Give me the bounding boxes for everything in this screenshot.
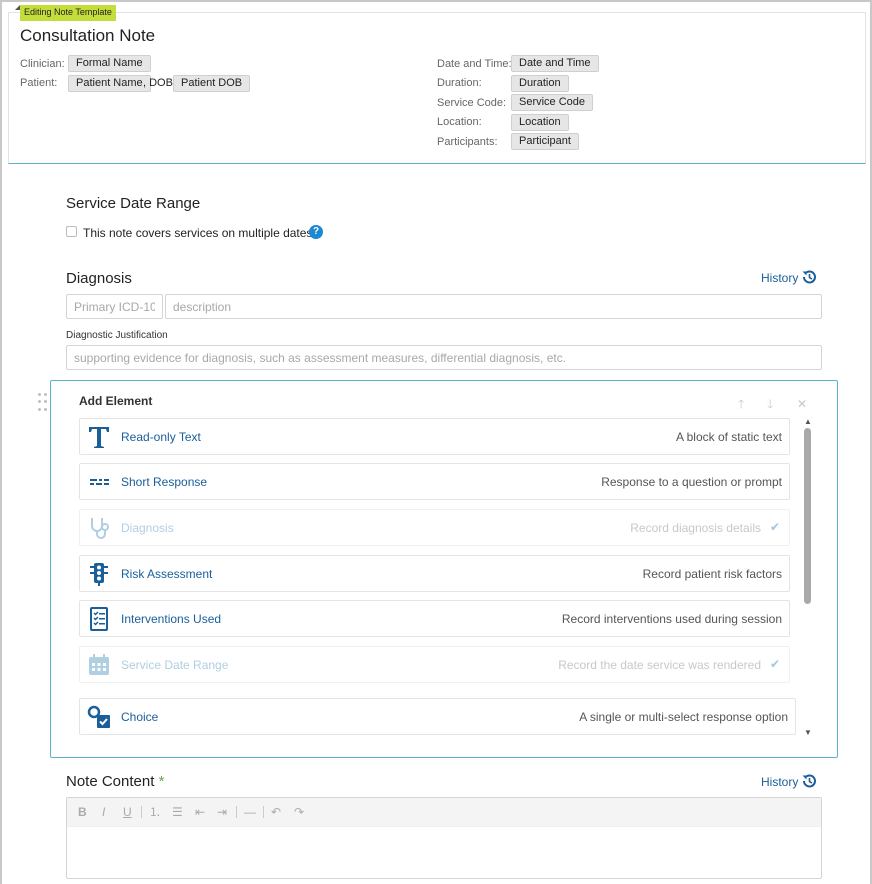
stethoscope-icon xyxy=(91,518,109,539)
added-check-icon: ✔ xyxy=(769,520,780,534)
element-option-risk-assessment[interactable]: Risk Assessment Record patient risk fact… xyxy=(79,555,790,592)
service-code-chip[interactable]: Service Code xyxy=(511,94,594,111)
required-indicator: * xyxy=(158,773,165,790)
note-content-editor[interactable]: B I U ⒈ ☰ ⇤ ⇥ — ↶ ↷ xyxy=(66,797,822,879)
element-name: Short Response xyxy=(121,475,208,489)
element-name: Risk Assessment xyxy=(121,567,213,581)
location-chip[interactable]: Location xyxy=(511,114,569,131)
patient-label: Patient: xyxy=(20,77,58,89)
editor-toolbar: B I U ⒈ ☰ ⇤ ⇥ — ↶ ↷ xyxy=(67,798,821,827)
element-option-service-date-range: Service Date Range Record the date servi… xyxy=(79,646,790,683)
drag-handle[interactable] xyxy=(38,393,48,413)
multiple-dates-label[interactable]: This note covers services on multiple da… xyxy=(83,226,316,240)
note-content-title: Note Content * xyxy=(66,773,164,790)
history-icon[interactable] xyxy=(801,269,817,285)
text-t-icon xyxy=(89,427,109,448)
outdent-button[interactable]: ⇤ xyxy=(195,806,205,818)
ordered-list-button[interactable]: ⒈ xyxy=(149,806,161,818)
element-description: Record diagnosis details xyxy=(630,521,761,535)
add-element-title: Add Element xyxy=(79,394,153,408)
page-title: Consultation Note xyxy=(20,26,156,45)
element-option-interventions-used[interactable]: Interventions Used Record interventions … xyxy=(79,600,790,637)
help-icon[interactable]: ? xyxy=(309,225,323,239)
horizontal-rule-button[interactable]: — xyxy=(244,806,256,818)
bullet-list-button[interactable]: ☰ xyxy=(172,806,183,818)
bold-button[interactable]: B xyxy=(78,806,87,818)
toolbar-divider xyxy=(263,806,264,818)
duration-chip[interactable]: Duration xyxy=(511,75,569,92)
scrollbar-thumb[interactable] xyxy=(804,428,811,604)
checklist-icon xyxy=(90,607,108,631)
diagnosis-description-input[interactable] xyxy=(165,294,822,319)
added-check-icon: ✔ xyxy=(769,657,780,671)
justification-input[interactable] xyxy=(66,345,822,370)
dob-text: , DOB xyxy=(143,77,173,89)
element-option-read-only-text[interactable]: Read-only Text A block of static text xyxy=(79,418,790,455)
note-content-history-link[interactable]: History xyxy=(761,775,798,789)
patient-name-chip[interactable]: Patient Name xyxy=(68,75,151,92)
element-description: A single or multi-select response option xyxy=(579,710,788,724)
clinician-label: Clinician: xyxy=(20,58,65,70)
participant-chip[interactable]: Participant xyxy=(511,133,579,150)
element-description: Record patient risk factors xyxy=(642,567,782,581)
scroll-down-arrow-icon[interactable]: ▼ xyxy=(804,728,812,737)
calendar-icon xyxy=(89,654,109,675)
service-code-label: Service Code: xyxy=(437,97,507,109)
element-name: Service Date Range xyxy=(121,658,229,672)
location-label: Location: xyxy=(437,116,482,128)
element-description: Response to a question or prompt xyxy=(601,475,782,489)
undo-button[interactable]: ↶ xyxy=(271,806,281,818)
participants-label: Participants: xyxy=(437,136,498,148)
element-option-diagnosis: Diagnosis Record diagnosis details ✔ xyxy=(79,509,790,546)
element-description: Record interventions used during session xyxy=(561,612,782,626)
choice-checkbox-icon xyxy=(87,705,110,728)
scroll-up-arrow-icon[interactable]: ▲ xyxy=(804,417,812,426)
element-description: A block of static text xyxy=(675,430,782,444)
duration-label: Duration: xyxy=(437,77,482,89)
diagnosis-title: Diagnosis xyxy=(66,270,132,287)
move-down-icon[interactable]: 🡓 xyxy=(767,398,773,410)
editing-template-badge: Editing Note Template xyxy=(20,5,116,21)
italic-button[interactable]: I xyxy=(102,806,105,818)
icd10-input[interactable] xyxy=(66,294,163,319)
element-name: Interventions Used xyxy=(121,612,222,626)
justification-label: Diagnostic Justification xyxy=(66,330,168,341)
short-response-icon xyxy=(90,479,109,485)
toolbar-divider xyxy=(236,806,237,818)
date-time-chip[interactable]: Date and Time xyxy=(511,55,599,72)
note-content-title-text: Note Content xyxy=(66,773,155,790)
indent-button[interactable]: ⇥ xyxy=(217,806,227,818)
redo-button[interactable]: ↷ xyxy=(294,806,304,818)
traffic-light-icon xyxy=(90,563,108,586)
close-icon[interactable]: ✕ xyxy=(797,398,807,410)
element-name: Diagnosis xyxy=(121,521,174,535)
clinician-chip[interactable]: Formal Name xyxy=(68,55,151,72)
date-time-label: Date and Time: xyxy=(437,58,512,70)
patient-dob-chip[interactable]: Patient DOB xyxy=(173,75,251,92)
element-description: Record the date service was rendered xyxy=(558,658,761,672)
underline-button[interactable]: U xyxy=(123,806,132,818)
history-icon[interactable] xyxy=(801,773,817,789)
element-name: Read-only Text xyxy=(121,430,201,444)
element-name: Choice xyxy=(121,710,159,724)
element-option-choice[interactable]: Choice A single or multi-select response… xyxy=(79,698,796,735)
element-option-short-response[interactable]: Short Response Response to a question or… xyxy=(79,463,790,500)
service-date-range-title: Service Date Range xyxy=(66,195,201,212)
diagnosis-history-link[interactable]: History xyxy=(761,271,798,285)
move-up-icon[interactable]: 🡑 xyxy=(738,398,744,410)
multiple-dates-checkbox[interactable] xyxy=(66,226,77,237)
toolbar-divider xyxy=(141,806,142,818)
